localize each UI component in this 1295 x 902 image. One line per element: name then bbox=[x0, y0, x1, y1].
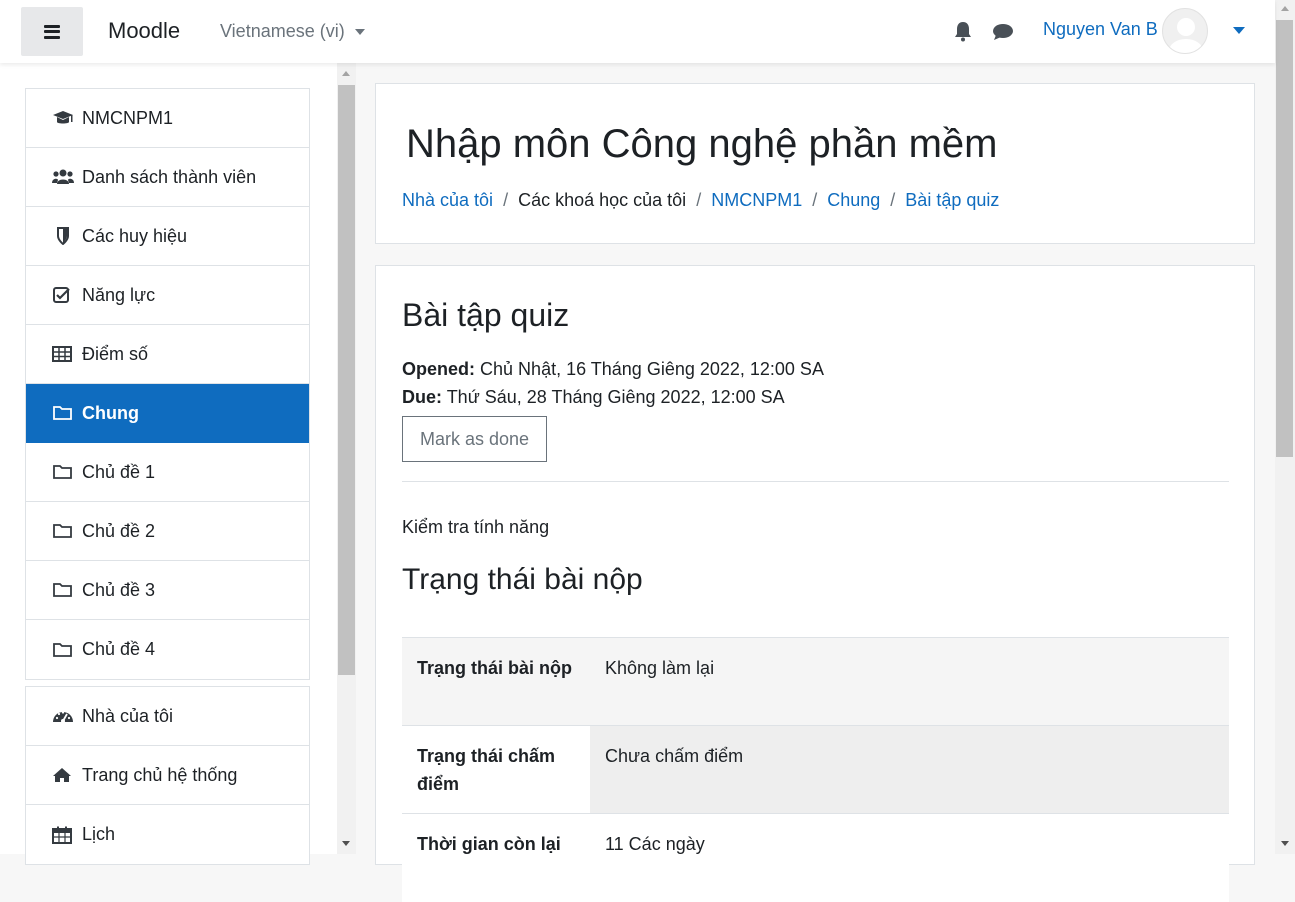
drawer-item-grades[interactable]: Điểm số bbox=[26, 325, 309, 384]
scroll-up-arrow-icon[interactable] bbox=[1281, 6, 1289, 11]
drawer-scroll-thumb[interactable] bbox=[338, 85, 355, 675]
home-icon bbox=[52, 766, 74, 784]
opened-value: Chủ Nhật, 16 Tháng Giêng 2022, 12:00 SA bbox=[480, 359, 824, 379]
drawer-item-general[interactable]: Chung bbox=[26, 384, 309, 443]
drawer-item-label: Các huy hiệu bbox=[82, 225, 188, 246]
scroll-up-arrow-icon[interactable] bbox=[342, 71, 350, 76]
row-value: Không làm lại bbox=[590, 637, 1229, 726]
user-menu-caret-icon[interactable] bbox=[1233, 27, 1245, 34]
drawer-item-label: Chủ đề 2 bbox=[82, 520, 156, 541]
drawer-item-label: Danh sách thành viên bbox=[82, 166, 257, 187]
opened-label: Opened: bbox=[402, 359, 476, 379]
drawer-item-competencies[interactable]: Năng lực bbox=[26, 266, 309, 325]
page-scrollbar[interactable] bbox=[1275, 0, 1295, 854]
breadcrumb: Nhà của tôi / Các khoá học của tôi / NMC… bbox=[402, 190, 999, 211]
row-value: Chưa chấm điểm bbox=[590, 725, 1229, 814]
site-nav-group: Nhà của tôi Trang chủ hệ thống Lịch bbox=[25, 686, 310, 865]
dashboard-icon bbox=[52, 707, 74, 725]
page-scroll-thumb[interactable] bbox=[1276, 20, 1293, 457]
drawer-item-label: NMCNPM1 bbox=[82, 107, 174, 128]
scroll-down-arrow-icon[interactable] bbox=[1281, 841, 1289, 846]
check-square-icon bbox=[52, 286, 74, 304]
users-icon bbox=[52, 168, 74, 186]
folder-icon bbox=[52, 463, 74, 481]
hamburger-icon bbox=[44, 24, 60, 39]
user-name[interactable]: Nguyen Van B bbox=[1043, 19, 1158, 40]
drawer-item-topic-2[interactable]: Chủ đề 2 bbox=[26, 502, 309, 561]
graduation-cap-icon bbox=[52, 109, 74, 127]
table-row: Trạng thái chấm điểm Chưa chấm điểm bbox=[402, 725, 1229, 814]
activity-title: Bài tập quiz bbox=[402, 297, 570, 333]
drawer-item-participants[interactable]: Danh sách thành viên bbox=[26, 148, 309, 207]
scroll-down-arrow-icon[interactable] bbox=[342, 841, 350, 846]
course-nav-group: NMCNPM1 Danh sách thành viên Các huy hiệ… bbox=[25, 88, 310, 680]
breadcrumb-separator: / bbox=[812, 190, 818, 210]
folder-icon bbox=[52, 522, 74, 540]
drawer-item-site-home[interactable]: Trang chủ hệ thống bbox=[26, 746, 309, 805]
drawer-item-label: Chủ đề 3 bbox=[82, 579, 156, 600]
table-icon bbox=[52, 345, 74, 363]
page-header-card: Nhập môn Công nghệ phần mềm Nhà của tôi … bbox=[375, 83, 1255, 244]
breadcrumb-dashboard-link[interactable]: Nhà của tôi bbox=[402, 190, 493, 211]
activity-intro: Kiểm tra tính năng bbox=[402, 517, 550, 537]
breadcrumb-section-link[interactable]: Chung bbox=[827, 190, 880, 211]
drawer-item-topic-1[interactable]: Chủ đề 1 bbox=[26, 443, 309, 502]
drawer-item-label: Chung bbox=[82, 402, 139, 423]
table-row: Thời gian còn lại 11 Các ngày bbox=[402, 813, 1229, 902]
breadcrumb-separator: / bbox=[696, 190, 702, 210]
language-label: Vietnamese (vi) bbox=[220, 21, 345, 41]
activity-card: Bài tập quiz Opened: Chủ Nhật, 16 Tháng … bbox=[375, 265, 1255, 902]
site-brand[interactable]: Moodle bbox=[108, 18, 180, 44]
breadcrumb-my-courses: Các khoá học của tôi bbox=[518, 190, 687, 210]
row-label: Thời gian còn lại bbox=[402, 813, 590, 902]
drawer-toggle-button[interactable] bbox=[21, 7, 83, 56]
drawer-item-calendar[interactable]: Lịch bbox=[26, 805, 309, 864]
row-label: Trạng thái bài nộp bbox=[402, 637, 590, 726]
drawer-item-label: Nhà của tôi bbox=[82, 705, 174, 726]
chevron-down-icon bbox=[354, 28, 365, 35]
submission-status-table: Trạng thái bài nộp Không làm lại Trạng t… bbox=[402, 637, 1229, 902]
row-value: 11 Các ngày bbox=[590, 813, 1229, 902]
avatar[interactable] bbox=[1162, 8, 1208, 54]
calendar-icon bbox=[52, 826, 74, 844]
breadcrumb-course-link[interactable]: NMCNPM1 bbox=[711, 190, 802, 211]
drawer-item-topic-4[interactable]: Chủ đề 4 bbox=[26, 620, 309, 679]
language-menu[interactable]: Vietnamese (vi) bbox=[220, 21, 365, 42]
breadcrumb-separator: / bbox=[503, 190, 509, 210]
drawer-item-label: Trang chủ hệ thống bbox=[82, 764, 238, 785]
drawer-item-label: Chủ đề 4 bbox=[82, 639, 156, 659]
table-row: Trạng thái bài nộp Không làm lại bbox=[402, 637, 1229, 726]
drawer-item-course[interactable]: NMCNPM1 bbox=[26, 89, 309, 148]
top-navbar: Moodle Vietnamese (vi) Nguyen Van B bbox=[0, 0, 1275, 63]
drawer-item-label: Lịch bbox=[82, 824, 116, 844]
drawer-item-dashboard[interactable]: Nhà của tôi bbox=[26, 687, 309, 746]
due-value: Thứ Sáu, 28 Tháng Giêng 2022, 12:00 SA bbox=[446, 387, 785, 407]
folder-icon bbox=[52, 581, 74, 599]
drawer-item-topic-3[interactable]: Chủ đề 3 bbox=[26, 561, 309, 620]
folder-icon bbox=[52, 404, 74, 422]
page-title: Nhập môn Công nghệ phần mềm bbox=[406, 122, 998, 166]
drawer-item-badges[interactable]: Các huy hiệu bbox=[26, 207, 309, 266]
bell-icon[interactable] bbox=[953, 20, 973, 42]
row-label: Trạng thái chấm điểm bbox=[402, 725, 590, 814]
drawer-item-label: Điểm số bbox=[82, 343, 149, 364]
drawer-item-label: Năng lực bbox=[82, 284, 156, 305]
divider bbox=[402, 481, 1229, 482]
drawer-item-label: Chủ đề 1 bbox=[82, 461, 156, 482]
due-label: Due: bbox=[402, 387, 442, 407]
due-date: Due: Thứ Sáu, 28 Tháng Giêng 2022, 12:00… bbox=[402, 387, 785, 408]
mark-as-done-button[interactable]: Mark as done bbox=[402, 416, 547, 462]
chat-icon[interactable] bbox=[992, 22, 1014, 42]
breadcrumb-activity-link[interactable]: Bài tập quiz bbox=[905, 190, 999, 211]
opened-date: Opened: Chủ Nhật, 16 Tháng Giêng 2022, 1… bbox=[402, 359, 824, 380]
shield-icon bbox=[52, 227, 74, 245]
submission-status-heading: Trạng thái bài nộp bbox=[402, 563, 643, 596]
folder-icon bbox=[52, 641, 74, 659]
breadcrumb-separator: / bbox=[890, 190, 896, 210]
drawer-scrollbar[interactable] bbox=[337, 63, 356, 854]
user-avatar-icon bbox=[1169, 18, 1203, 53]
